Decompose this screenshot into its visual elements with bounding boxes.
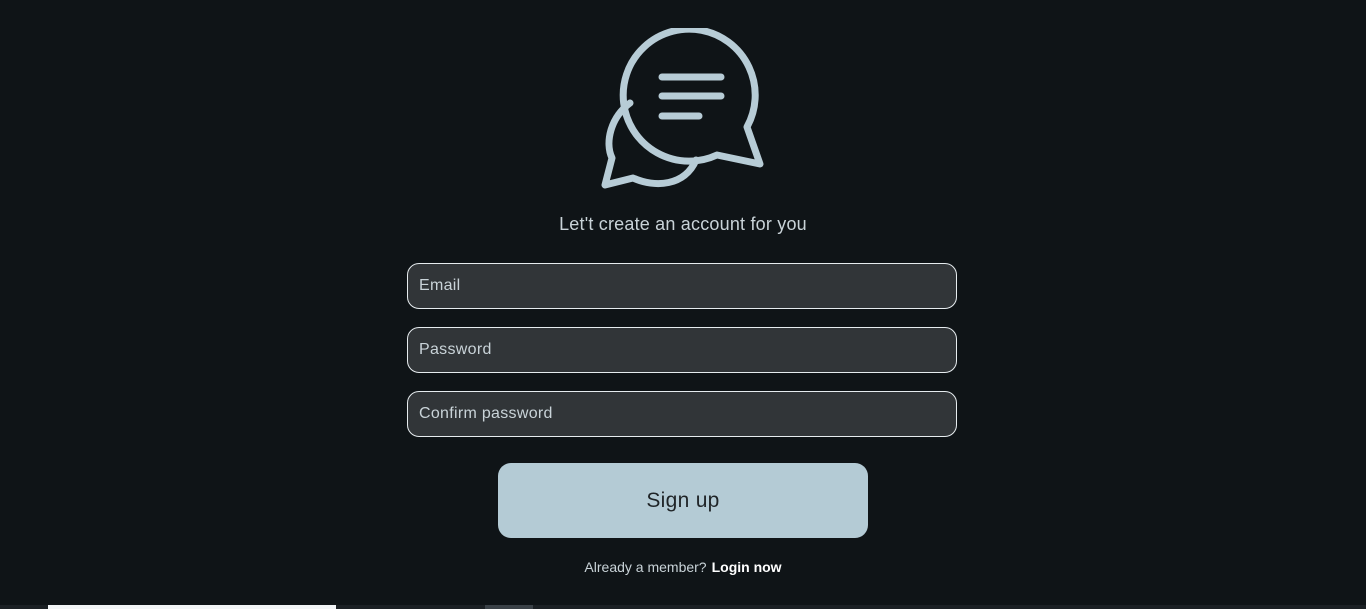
login-prompt: Already a member? Login now [0, 559, 1366, 575]
scrollbar-marker [485, 605, 533, 609]
login-now-link[interactable]: Login now [712, 559, 782, 575]
email-field[interactable]: Email [407, 263, 957, 309]
chat-bubbles-icon [601, 28, 764, 189]
page-subtitle: Let't create an account for you [559, 214, 807, 234]
signup-page: Let't create an account for you Email Pa… [0, 0, 1366, 609]
already-member-text: Already a member? [584, 559, 707, 575]
horizontal-scrollbar[interactable] [0, 605, 1366, 609]
confirm-password-field[interactable]: Confirm password [407, 391, 957, 437]
password-field[interactable]: Password [407, 327, 957, 373]
sign-up-button[interactable]: Sign up [498, 463, 868, 538]
scrollbar-thumb[interactable] [48, 605, 336, 609]
